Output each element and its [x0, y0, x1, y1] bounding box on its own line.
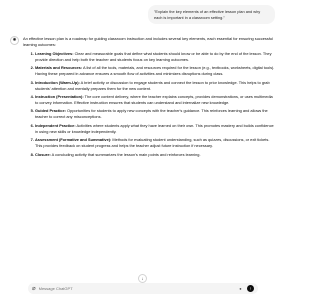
- openai-logo-icon: ✺: [10, 36, 19, 45]
- list-item-title: Guided Practice:: [35, 108, 66, 114]
- list-item-title: Materials and Resources:: [35, 65, 83, 71]
- arrow-down-icon[interactable]: ↓: [138, 274, 147, 283]
- list-item-title: Closure:: [35, 151, 51, 157]
- send-icon[interactable]: ↑: [247, 285, 254, 292]
- lesson-elements-list: Learning Objectives: Clear and measurabl…: [23, 51, 276, 158]
- list-item: Guided Practice: Opportunities for stude…: [35, 108, 276, 120]
- message-input[interactable]: [38, 284, 237, 293]
- list-item-title: Independent Practice:: [35, 122, 76, 128]
- list-item-title: Assessment (Formative and Summative):: [35, 137, 112, 143]
- list-item: Materials and Resources: A list of all t…: [35, 65, 276, 77]
- list-item: Assessment (Formative and Summative): Me…: [35, 137, 276, 149]
- list-item: Introduction (Warm-Up): A brief activity…: [35, 80, 276, 92]
- user-message-text: "Explain the key elements of an effectiv…: [154, 9, 261, 20]
- microphone-icon[interactable]: ●: [237, 285, 244, 292]
- assistant-message-content: An effective lesson plan is a roadmap fo…: [23, 36, 276, 160]
- list-item: Independent Practice: Activities where s…: [35, 123, 276, 135]
- assistant-intro: An effective lesson plan is a roadmap fo…: [23, 36, 273, 47]
- message-composer: ⌀ ● ↑: [28, 283, 258, 294]
- user-message-bubble: "Explain the key elements of an effectiv…: [148, 5, 275, 25]
- list-item: Learning Objectives: Clear and measurabl…: [35, 51, 276, 63]
- list-item-title: Learning Objectives:: [35, 50, 74, 56]
- paperclip-icon[interactable]: ⌀: [32, 286, 36, 292]
- list-item: Closure: A concluding activity that summ…: [35, 152, 276, 158]
- list-item: Instruction (Presentation): The core con…: [35, 94, 276, 106]
- list-item-title: Instruction (Presentation):: [35, 94, 84, 100]
- list-item-text: Opportunities for students to apply new …: [35, 108, 268, 120]
- list-item-text: A concluding activity that summarizes th…: [50, 151, 201, 157]
- list-item-title: Introduction (Warm-Up):: [35, 79, 80, 85]
